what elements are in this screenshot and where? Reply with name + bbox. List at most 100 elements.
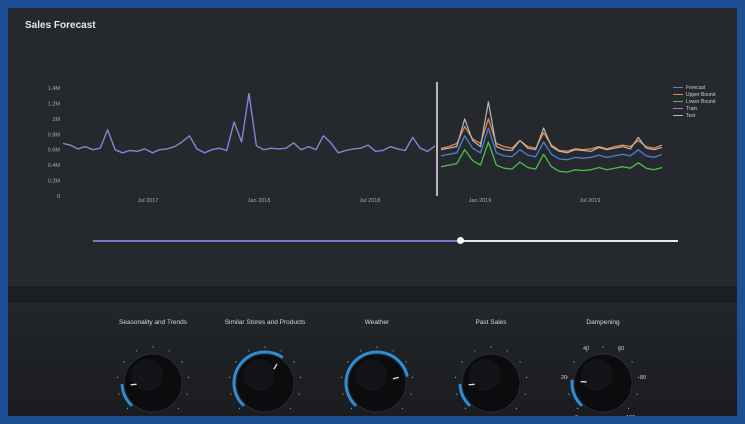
legend-swatch xyxy=(673,107,683,110)
knob-tick xyxy=(392,350,395,352)
legend-swatch xyxy=(673,93,683,96)
knob-tick xyxy=(631,361,633,363)
knob-tick xyxy=(506,350,509,352)
knob-tick xyxy=(299,376,302,379)
legend-swatch xyxy=(673,114,683,117)
knob-tick xyxy=(118,393,120,395)
x-tick-label: Jan 2018 xyxy=(248,198,271,204)
knob-tick xyxy=(473,350,476,352)
knob-label: Past Sales xyxy=(475,319,507,326)
knob-tick xyxy=(340,376,343,379)
legend-item-test: Test xyxy=(673,112,715,119)
knob-tick xyxy=(636,393,638,395)
slider-track-filled[interactable] xyxy=(93,240,460,242)
y-tick-label: 0.8M xyxy=(48,132,61,138)
knob-group-past-sales: Past Sales xyxy=(426,303,556,416)
legend-label: Lower Bound xyxy=(686,98,716,105)
knob-highlight xyxy=(131,359,163,391)
knob-tick xyxy=(401,407,404,410)
knob-tick xyxy=(186,393,188,395)
slider-thumb[interactable] xyxy=(456,237,464,244)
knob-tick xyxy=(627,407,630,410)
dampening-scale-40: 40 xyxy=(583,346,590,352)
slider-track-empty[interactable] xyxy=(460,240,678,242)
knob-tick xyxy=(126,407,129,410)
x-tick-label: Jul 2017 xyxy=(138,198,159,204)
knob-group-dampening: Dampening 0 20 40 60 80 100 xyxy=(538,303,668,416)
knob-tick xyxy=(177,407,180,410)
weather-knob[interactable] xyxy=(312,333,442,413)
dampening-scale-20: 20 xyxy=(561,375,568,381)
knob-tick xyxy=(293,361,295,363)
seasonality-knob[interactable] xyxy=(88,333,218,413)
knob-tick xyxy=(410,393,412,395)
knob-tick xyxy=(602,346,604,348)
past-sales-knob[interactable] xyxy=(426,333,556,413)
knob-tick xyxy=(359,350,362,352)
legend-swatch xyxy=(673,100,683,103)
knob-label: Weather xyxy=(364,319,390,326)
knob-tick xyxy=(405,361,407,363)
dampening-scale-100: 100 xyxy=(626,415,635,416)
knob-tick xyxy=(525,376,528,379)
y-tick-label: 0.2M xyxy=(48,179,61,185)
knob-highlight xyxy=(243,359,275,391)
knob-group-weather: Weather xyxy=(312,303,442,416)
knob-tick xyxy=(280,350,283,352)
legend-item-lower-bound: Lower Bound xyxy=(673,98,715,105)
dampening-scale-0: 0 xyxy=(575,415,578,416)
knob-tick xyxy=(519,361,521,363)
x-tick-label: Jul 2018 xyxy=(360,198,381,204)
y-tick-label: 1.4M xyxy=(48,86,61,92)
knob-tick xyxy=(461,361,463,363)
dampening-scale-60: 60 xyxy=(618,346,625,352)
dampening-knob[interactable] xyxy=(538,333,668,413)
y-tick-label: 1M xyxy=(52,117,60,123)
legend-swatch xyxy=(673,86,683,89)
knob-tick xyxy=(464,407,467,410)
knob-tick xyxy=(228,376,231,379)
knob-tick xyxy=(181,361,183,363)
knob-tick xyxy=(524,393,526,395)
legend-item-train: Train xyxy=(673,105,715,112)
knob-tick xyxy=(187,376,190,379)
knob-tick xyxy=(116,376,119,379)
app-window: Sales Forecast 1.4M 1.2M 1M 0.8M 0.6M 0.4M 0.2… xyxy=(8,8,737,416)
knob-tick xyxy=(376,346,378,348)
knob-group-similar-stores: Similar Stores and Products xyxy=(200,303,330,416)
test-series-line xyxy=(440,101,663,154)
section-divider xyxy=(8,286,737,303)
knob-tick xyxy=(230,393,232,395)
knob-label: Similar Stores and Products xyxy=(224,319,306,326)
knob-tick xyxy=(123,361,125,363)
knob-highlight xyxy=(581,359,613,391)
knob-tick xyxy=(247,350,250,352)
legend-label: Train xyxy=(686,105,698,112)
knob-tick xyxy=(342,393,344,395)
knob-tick xyxy=(152,346,154,348)
y-tick-label: 0.6M xyxy=(48,148,61,154)
legend-label: Upper Bound xyxy=(686,91,716,98)
knob-tick xyxy=(490,346,492,348)
knob-tick xyxy=(347,361,349,363)
knob-tick xyxy=(568,393,570,395)
y-tick-label: 0 xyxy=(57,194,60,200)
legend-label: Forecast xyxy=(686,84,706,91)
sales-forecast-chart: 1.4M 1.2M 1M 0.8M 0.6M 0.4M 0.2M 0 Jul 2017 Jan 2… xyxy=(48,82,663,204)
knob-highlight xyxy=(355,359,387,391)
x-tick-label: Jan 2019 xyxy=(469,198,492,204)
similar-stores-knob[interactable] xyxy=(200,333,330,413)
date-range-slider[interactable] xyxy=(93,237,678,245)
knob-tick xyxy=(264,346,266,348)
legend-label: Test xyxy=(686,112,696,119)
train-series-line xyxy=(62,92,436,154)
legend-item-forecast: Forecast xyxy=(673,84,715,91)
knob-group-seasonality: Seasonality and Trends xyxy=(88,303,218,416)
knob-tick xyxy=(298,393,300,395)
controls-panel: Seasonality and Trends Similar Stores an… xyxy=(8,303,737,416)
knob-tick xyxy=(456,393,458,395)
knob-tick xyxy=(238,407,241,410)
knob-tick xyxy=(576,407,579,410)
knob-highlight xyxy=(469,359,501,391)
legend-item-upper-bound: Upper Bound xyxy=(673,91,715,98)
